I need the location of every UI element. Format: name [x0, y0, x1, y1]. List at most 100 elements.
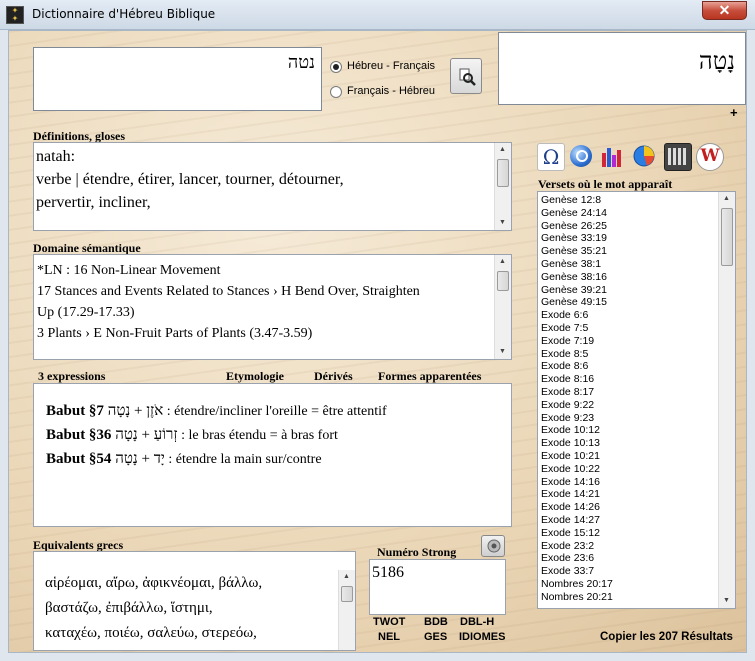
calculator-keys — [668, 148, 686, 165]
scroll-thumb[interactable] — [497, 271, 509, 291]
verse-item[interactable]: Nombres 20:21 — [538, 591, 719, 604]
verse-item[interactable]: Exode 10:13 — [538, 437, 719, 450]
omega-icon[interactable]: Ω — [537, 143, 565, 171]
verse-item[interactable]: Genèse 35:21 — [538, 245, 719, 258]
verse-item[interactable]: Exode 23:2 — [538, 540, 719, 553]
verse-item[interactable]: Exode 14:26 — [538, 501, 719, 514]
link-nel[interactable]: NEL — [378, 631, 400, 643]
semantic-box[interactable]: *LN : 16 Non-Linear Movement 17 Stances … — [33, 254, 512, 360]
speaker-button[interactable] — [481, 535, 505, 557]
greek-scrollbar[interactable]: ▲ — [338, 570, 355, 650]
verse-item[interactable]: Genèse 38:1 — [538, 258, 719, 271]
app-icon: ✦ ✦ — [6, 6, 24, 24]
title-bar: ✦ ✦ Dictionnaire d'Hébreu Biblique ✕ — [0, 0, 755, 30]
verse-item[interactable]: Genèse 49:15 — [538, 296, 719, 309]
scroll-up-icon[interactable]: ▲ — [495, 143, 510, 157]
link-bdb[interactable]: BDB — [424, 616, 448, 628]
expression-text: : étendre/incliner l'oreille = être atte… — [163, 404, 387, 419]
verse-item[interactable]: Exode 7:5 — [538, 322, 719, 335]
verse-item[interactable]: Exode 8:17 — [538, 386, 719, 399]
verse-item[interactable]: Exode 9:22 — [538, 399, 719, 412]
radio-label-french-hebrew: Français - Hébreu — [347, 85, 436, 97]
scroll-down-icon[interactable]: ▼ — [495, 216, 510, 230]
verse-item[interactable]: Exode 15:12 — [538, 527, 719, 540]
expression-hebrew: זְרוֹעַ + נָטָה — [115, 427, 178, 443]
semantic-line: Up (17.29-17.33) — [37, 305, 135, 320]
search-globe-icon[interactable] — [568, 143, 594, 169]
link-ges[interactable]: GES — [424, 631, 447, 643]
link-derives[interactable]: Dérivés — [314, 369, 353, 384]
verse-item[interactable]: Nombres 20:17 — [538, 578, 719, 591]
close-button[interactable]: ✕ — [702, 1, 747, 20]
link-etymologie[interactable]: Etymologie — [226, 369, 284, 384]
verse-item[interactable]: Exode 6:6 — [538, 309, 719, 322]
radio-french-hebrew[interactable]: Français - Hébreu — [330, 84, 440, 100]
verse-item[interactable]: Exode 14:27 — [538, 514, 719, 527]
scroll-up-icon[interactable]: ▲ — [719, 192, 734, 206]
definitions-scrollbar[interactable]: ▲ ▼ — [494, 143, 511, 230]
verses-scrollbar[interactable]: ▲ ▼ — [718, 192, 735, 608]
verse-item[interactable]: Exode 33:7 — [538, 565, 719, 578]
search-button[interactable] — [450, 58, 482, 94]
greek-box[interactable]: αἱρέομαι, αἴρω, ἀφικνέομαι, βάλλω, βαστά… — [33, 551, 356, 651]
link-formes-apparentees[interactable]: Formes apparentées — [378, 369, 481, 384]
verse-item[interactable]: Genèse 33:19 — [538, 232, 719, 245]
link-idiomes[interactable]: IDIOMES — [459, 631, 505, 643]
bar-chart-icon[interactable] — [599, 143, 625, 169]
greek-line: βαστάζω, ἐπιβάλλω, ἵστημι, — [45, 600, 213, 616]
expression-text: : étendre la main sur/contre — [164, 452, 322, 467]
strong-number-value: 5186 — [372, 564, 404, 581]
verses-label: Versets où le mot apparaît — [538, 177, 673, 191]
strong-label: Numéro Strong — [377, 545, 457, 559]
definitions-box[interactable]: natah: verbe | étendre, étirer, lancer, … — [33, 142, 512, 231]
verse-item[interactable]: Exode 8:5 — [538, 348, 719, 361]
w-logo-icon[interactable]: W — [696, 143, 724, 171]
verse-item[interactable]: Exode 10:21 — [538, 450, 719, 463]
verse-item[interactable]: Genèse 12:8 — [538, 194, 719, 207]
expression-hebrew: יָד + נָטָה — [115, 451, 165, 467]
link-twot[interactable]: TWOT — [373, 616, 405, 628]
strong-number-field[interactable]: 5186 — [369, 559, 506, 615]
radio-label-hebrew-french: Hébreu - Français — [347, 60, 436, 72]
verse-item[interactable]: Exode 7:19 — [538, 335, 719, 348]
verse-item[interactable]: Exode 23:6 — [538, 552, 719, 565]
verse-item[interactable]: Genèse 39:21 — [538, 284, 719, 297]
omega-glyph: Ω — [542, 145, 560, 169]
expressions-list: Babut §7 אֹזֶן + נָטָה : étendre/incline… — [46, 399, 387, 471]
link-dbl-h[interactable]: DBL-H — [460, 616, 494, 628]
verse-item[interactable]: Genèse 24:14 — [538, 207, 719, 220]
scroll-up-icon[interactable]: ▲ — [339, 570, 354, 584]
plus-button[interactable]: + — [730, 105, 738, 120]
semantic-scrollbar[interactable]: ▲ ▼ — [494, 255, 511, 359]
expression-item: Babut §54 יָד + נָטָה : étendre la main … — [46, 447, 387, 471]
expressions-box[interactable]: Babut §7 אֹזֶן + נָטָה : étendre/incline… — [33, 383, 512, 527]
verse-item[interactable]: Exode 9:23 — [538, 412, 719, 425]
scroll-down-icon[interactable]: ▼ — [495, 345, 510, 359]
pie-chart-icon[interactable] — [631, 143, 657, 169]
verse-item[interactable]: Exode 8:16 — [538, 373, 719, 386]
greek-line: αἱρέομαι, αἴρω, ἀφικνέομαι, βάλλω, — [45, 575, 263, 591]
calculator-icon[interactable] — [664, 143, 692, 171]
scroll-up-icon[interactable]: ▲ — [495, 255, 510, 269]
definitions-line: natah: — [36, 148, 76, 165]
semantic-line: 3 Plants › E Non-Fruit Parts of Plants (… — [37, 326, 313, 341]
radio-hebrew-french[interactable]: Hébreu - Français — [330, 59, 440, 75]
speaker-icon — [487, 539, 501, 553]
verse-item[interactable]: Exode 10:22 — [538, 463, 719, 476]
expression-ref: Babut §54 — [46, 451, 112, 467]
verse-item[interactable]: Exode 10:12 — [538, 424, 719, 437]
verse-item[interactable]: Genèse 38:16 — [538, 271, 719, 284]
search-input[interactable]: נטה — [33, 47, 322, 111]
scroll-thumb[interactable] — [341, 586, 353, 602]
verse-item[interactable]: Exode 8:6 — [538, 360, 719, 373]
verse-item[interactable]: Genèse 26:25 — [538, 220, 719, 233]
verse-item[interactable]: Exode 14:16 — [538, 476, 719, 489]
definitions-line: pervertir, incliner, — [36, 194, 151, 211]
verses-list[interactable]: Genèse 12:8 Genèse 24:14 Genèse 26:25 Genès… — [537, 191, 736, 609]
scroll-thumb[interactable] — [497, 159, 509, 187]
verse-item[interactable]: Exode 14:21 — [538, 488, 719, 501]
search-value: נטה — [287, 52, 315, 72]
scroll-down-icon[interactable]: ▼ — [719, 594, 734, 608]
scroll-thumb[interactable] — [721, 208, 733, 266]
copy-results-link[interactable]: Copier les 207 Résultats — [600, 631, 733, 643]
